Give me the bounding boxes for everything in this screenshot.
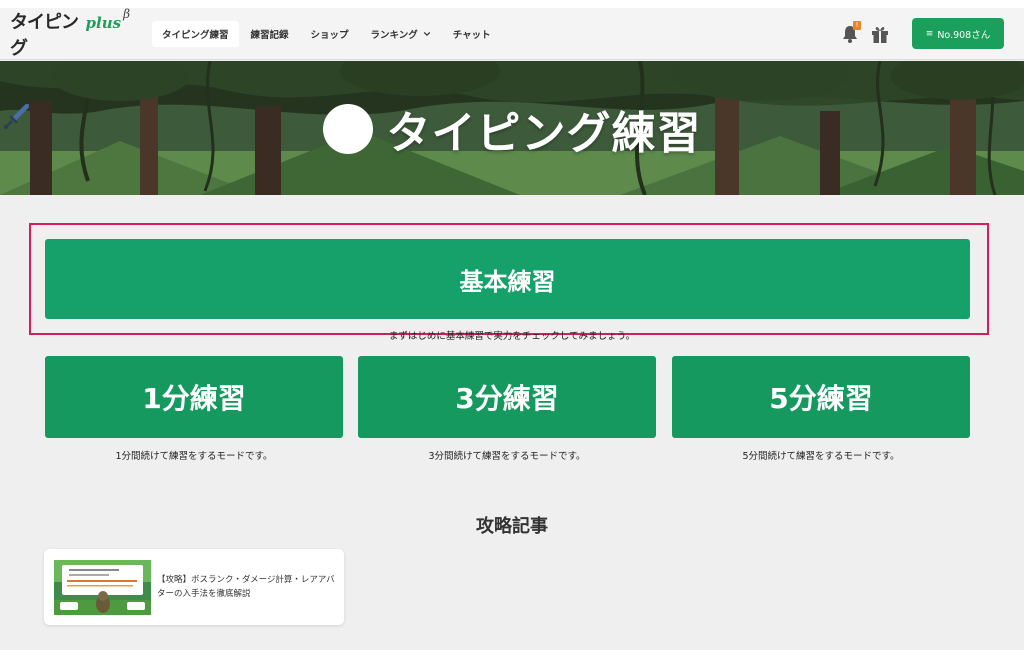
header-actions: ! ≡ No.908さん bbox=[840, 18, 1004, 49]
notification-badge: ! bbox=[853, 20, 861, 30]
article-thumbnail-image bbox=[54, 559, 151, 615]
article-title: 【攻略】ボスランク・ダメージ計算・レアアバターの入手法を徹底解説 bbox=[157, 575, 335, 599]
site-header: タイピング plus β タイピング練習 練習記録 ショップ ランキング チャッ… bbox=[0, 6, 1024, 60]
sword-badge bbox=[3, 104, 373, 154]
logo-main-text: タイピング bbox=[10, 11, 79, 59]
menu-icon: ≡ bbox=[925, 28, 934, 39]
basic-practice-description: まずはじめに基本練習で実力をチェックしてみましょう。 bbox=[388, 331, 636, 342]
logo-beta-text: β bbox=[123, 6, 130, 21]
notification-button[interactable]: ! bbox=[840, 20, 861, 44]
sword-icon bbox=[3, 104, 29, 130]
nav-shop[interactable]: ショップ bbox=[301, 21, 359, 47]
site-logo[interactable]: タイピング plus β bbox=[10, 6, 130, 60]
top-strip bbox=[0, 0, 1024, 8]
hero-banner: タイピング練習 bbox=[0, 61, 1024, 195]
one-minute-practice-button[interactable]: 1分練習 bbox=[45, 356, 343, 438]
chevron-down-icon bbox=[423, 31, 430, 36]
gift-icon[interactable] bbox=[870, 24, 890, 44]
one-minute-description: 1分間続けて練習をするモードです。 bbox=[115, 451, 273, 462]
nav-practice-record[interactable]: 練習記録 bbox=[241, 21, 299, 47]
main-nav: タイピング練習 練習記録 ショップ ランキング チャット bbox=[152, 20, 503, 47]
user-name: No.908さん bbox=[937, 29, 991, 41]
five-minute-practice-button[interactable]: 5分練習 bbox=[672, 356, 970, 438]
nav-chat[interactable]: チャット bbox=[443, 21, 501, 47]
three-minute-practice-button[interactable]: 3分練習 bbox=[358, 356, 656, 438]
nav-ranking[interactable]: ランキング bbox=[361, 21, 441, 47]
three-minute-description: 3分間続けて練習をするモードです。 bbox=[428, 451, 586, 462]
nav-ranking-label: ランキング bbox=[370, 29, 418, 41]
hero-title-text: タイピング練習 bbox=[386, 108, 702, 159]
five-minute-description: 5分間続けて練習をするモードです。 bbox=[742, 451, 900, 462]
hero-title: タイピング練習 bbox=[0, 99, 1024, 159]
articles-section-title: 攻略記事 bbox=[476, 516, 548, 537]
basic-practice-button[interactable]: 基本練習 bbox=[45, 239, 970, 319]
user-menu-button[interactable]: ≡ No.908さん bbox=[912, 18, 1004, 49]
nav-typing-practice[interactable]: タイピング練習 bbox=[152, 20, 239, 47]
article-thumbnail bbox=[54, 559, 151, 615]
logo-plus-text: plus bbox=[85, 13, 122, 32]
article-card[interactable]: 【攻略】ボスランク・ダメージ計算・レアアバターの入手法を徹底解説 bbox=[44, 549, 344, 625]
